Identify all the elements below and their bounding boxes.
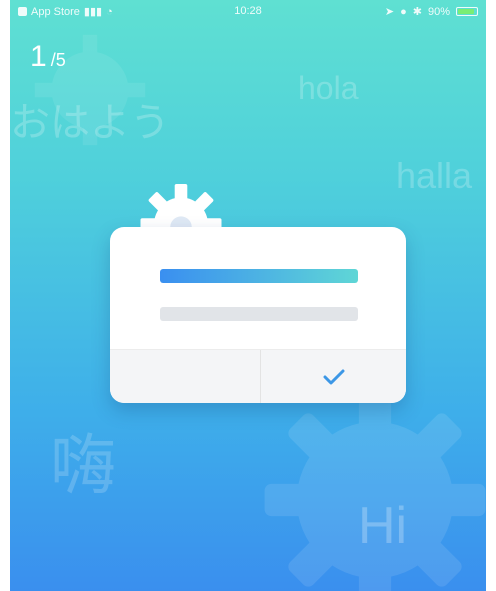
background-word: おはよう — [10, 101, 170, 145]
highlighted-bar — [160, 269, 358, 283]
dialog-confirm-button — [261, 350, 406, 403]
page-total: /5 — [50, 50, 66, 70]
page-current: 1 — [30, 40, 47, 73]
bluetooth-icon: ✱ — [412, 6, 422, 18]
status-bar: App Store ▮▮▮ ◔ 10:28 ➤ ● ✱ 90% — [10, 0, 486, 22]
onboarding-screen: おはよう hola halla 嗨 Hi App Store ▮▮▮ ◔ 10:… — [10, 0, 486, 591]
background-word: hola — [298, 70, 359, 106]
placeholder-bar — [160, 307, 358, 321]
background-word: 嗨 — [50, 428, 116, 502]
alarm-icon: ● — [400, 5, 407, 18]
settings-illustration — [108, 175, 408, 415]
location-icon: ➤ — [384, 6, 395, 18]
battery-percent: 90% — [427, 5, 450, 18]
battery-icon — [456, 7, 478, 16]
page-counter: 1/5 — [30, 40, 66, 74]
checkmark-icon — [323, 369, 344, 385]
dialog-footer — [110, 349, 406, 403]
status-right: ➤ ● ✱ 90% — [385, 5, 478, 18]
background-gear-icon — [264, 389, 486, 591]
dialog-card — [110, 227, 406, 403]
background-word: Hi — [358, 497, 408, 555]
dialog-left-button — [110, 350, 260, 403]
